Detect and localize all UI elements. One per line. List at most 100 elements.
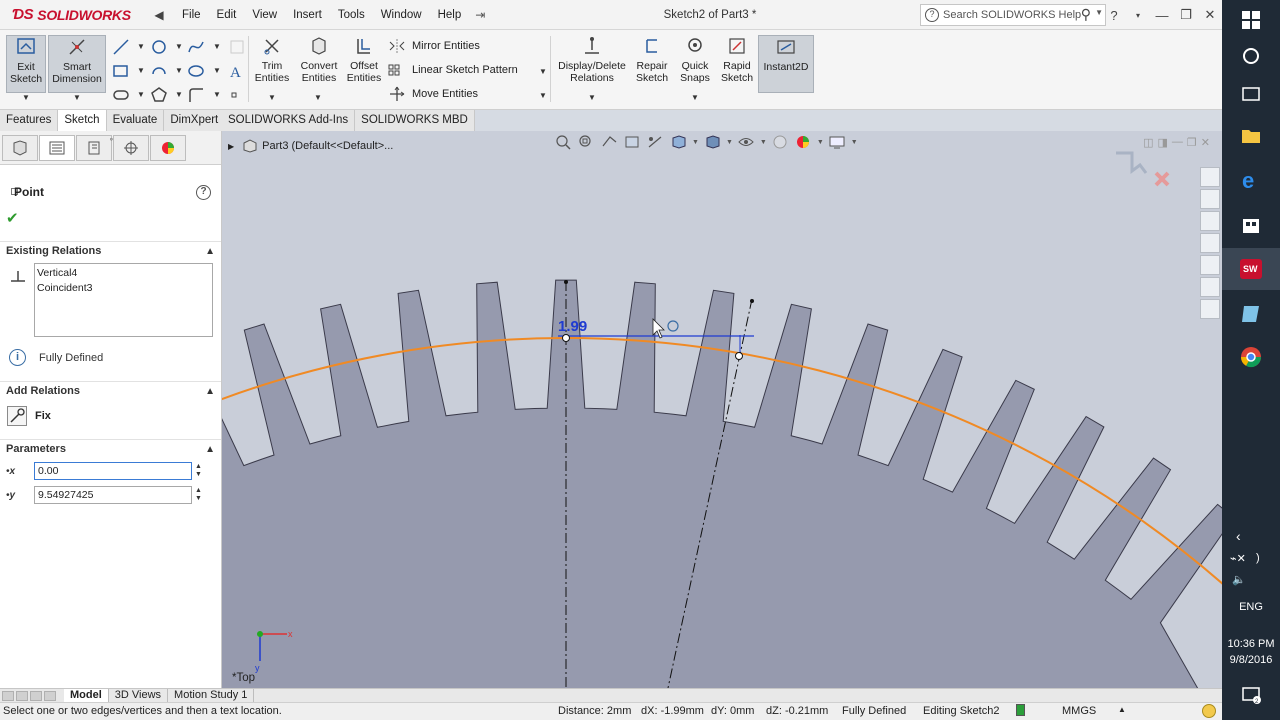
param-x-input[interactable] (34, 462, 192, 480)
restore-icon[interactable]: ❐ (1174, 7, 1198, 23)
display-style-dropdown-icon[interactable]: ▼ (726, 139, 733, 146)
existing-relations-header[interactable]: Existing Relations ▲ (0, 241, 221, 261)
add-relations-header[interactable]: Add Relations ▲ (0, 381, 221, 401)
repair-sketch-button[interactable]: Repair Sketch (632, 35, 672, 93)
collapse-chevron-icon[interactable]: ▲ (205, 382, 215, 401)
gear-profile[interactable] (222, 279, 1222, 688)
forum-tab[interactable] (1200, 299, 1220, 319)
dynamic-annotation-icon[interactable] (646, 134, 665, 150)
zoom-to-area-icon[interactable] (577, 134, 596, 150)
help-icon[interactable]: ? (196, 185, 211, 200)
hide-show-dropdown-icon[interactable]: ▼ (760, 139, 767, 146)
volume-icon[interactable]: 🔈 (1232, 573, 1246, 586)
exit-sketch-button[interactable]: Exit Sketch (6, 35, 46, 93)
prev-tab-icon[interactable] (16, 690, 28, 701)
sketch-point[interactable] (735, 352, 743, 360)
menu-expand-arrow-icon[interactable]: ◀ (148, 8, 170, 22)
menu-window[interactable]: Window (373, 9, 430, 21)
network-icon[interactable]: ⌁✕ (1230, 552, 1246, 565)
sketch-point[interactable] (750, 299, 754, 303)
sketch-point[interactable] (562, 334, 570, 342)
menu-file[interactable]: File (174, 9, 209, 21)
expand-arrow-icon[interactable]: ▶ (228, 142, 234, 151)
polygon-dropdown-icon[interactable]: ▼ (175, 90, 183, 99)
property-manager-tab[interactable] (39, 134, 75, 161)
show-hidden-icons-chevron-icon[interactable]: ‹ (1236, 528, 1241, 544)
hide-show-items-icon[interactable] (737, 134, 756, 150)
action-center-icon[interactable]: 2 (1239, 683, 1263, 707)
sketch-canvas[interactable]: 1.99 x y (222, 131, 1222, 688)
previous-view-icon[interactable] (600, 134, 619, 150)
ellipse-dropdown-icon[interactable]: ▼ (213, 66, 221, 75)
circle-dropdown-icon[interactable]: ▼ (175, 42, 183, 51)
tab-sketch[interactable]: Sketch (58, 110, 107, 131)
mirror-entities-button[interactable]: Mirror Entities (388, 38, 480, 54)
graphics-viewport[interactable]: 1.99 x y ▶ Part3 (Default<<Default>... ▼… (222, 131, 1222, 688)
rectangle-dropdown-icon[interactable]: ▼ (137, 66, 145, 75)
menu-insert[interactable]: Insert (285, 9, 330, 21)
wifi-icon[interactable]: ) (1256, 552, 1260, 564)
view-palette-tab[interactable] (1200, 233, 1220, 253)
ok-checkmark-icon[interactable]: ✔ (6, 209, 19, 227)
view-settings-dropdown-icon[interactable]: ▼ (851, 139, 858, 146)
first-tab-icon[interactable] (2, 690, 14, 701)
viewport-close-icon[interactable]: ✕ (1201, 136, 1210, 149)
fix-relation-label[interactable]: Fix (35, 410, 51, 422)
list-item[interactable]: Vertical4 (37, 266, 210, 281)
tab-solidworks-addins[interactable]: SOLIDWORKS Add-Ins (222, 110, 356, 131)
design-library-tab[interactable] (1200, 189, 1220, 209)
apply-scene-icon[interactable] (794, 134, 813, 150)
quick-snaps-button[interactable]: Quick Snaps (676, 35, 714, 93)
feature-manager-tab[interactable] (2, 134, 38, 161)
status-units[interactable]: MMGS (1062, 705, 1096, 717)
menu-edit[interactable]: Edit (209, 9, 245, 21)
close-icon[interactable]: ✕ (1198, 7, 1222, 23)
tab-motion-study[interactable]: Motion Study 1 (168, 689, 255, 702)
line-icon[interactable] (112, 38, 130, 56)
relations-dropdown-icon[interactable]: ▼ (588, 93, 596, 102)
snaps-dropdown-icon[interactable]: ▼ (691, 93, 699, 102)
viewport-minimize-icon[interactable]: — (1172, 136, 1183, 148)
display-style-icon[interactable] (703, 134, 722, 150)
arc-dropdown-icon[interactable]: ▼ (175, 66, 183, 75)
windows-start-icon[interactable] (1239, 8, 1263, 32)
point-icon[interactable] (228, 89, 240, 101)
text-icon[interactable]: A (227, 62, 245, 80)
view-orientation-dropdown-icon[interactable]: ▼ (692, 139, 699, 146)
collapse-chevron-icon[interactable]: ▲ (205, 242, 215, 261)
convert-entities-button[interactable]: Convert Entities (296, 35, 342, 93)
exit-sketch-dropdown-icon[interactable]: ▼ (22, 93, 30, 102)
offset-entities-button[interactable]: Offset Entities (344, 35, 384, 93)
help-search-box[interactable]: ? Search SOLIDWORKS Help ⚲ ▼ (920, 4, 1106, 26)
menu-view[interactable]: View (244, 9, 285, 21)
last-tab-icon[interactable] (44, 690, 56, 701)
display-manager-tab[interactable] (150, 134, 186, 161)
arc-icon[interactable] (150, 62, 168, 80)
solidworks-taskbar-icon[interactable]: SW (1239, 257, 1263, 281)
edit-appearance-icon[interactable] (771, 134, 790, 150)
store-icon[interactable] (1239, 212, 1263, 236)
line-dropdown-icon[interactable]: ▼ (137, 42, 145, 51)
rapid-sketch-button[interactable]: Rapid Sketch (718, 35, 756, 93)
tab-dimxpert[interactable]: DimXpert (164, 110, 226, 131)
pin-menu-icon[interactable]: ⇥ (475, 8, 485, 22)
trim-dropdown-icon[interactable]: ▼ (268, 93, 276, 102)
smart-dimension-button[interactable]: Smart Dimension (48, 35, 106, 93)
trim-entities-button[interactable]: Trim Entities (252, 35, 292, 93)
feature-tree-flyout[interactable]: ▶ Part3 (Default<<Default>... (228, 139, 393, 153)
tab-evaluate[interactable]: Evaluate (106, 110, 165, 131)
menu-tools[interactable]: Tools (330, 9, 373, 21)
circle-icon[interactable] (150, 38, 168, 56)
param-y-input[interactable] (34, 486, 192, 504)
param-x-spinner-icon[interactable]: ▲ ▼ (195, 463, 205, 479)
fillet-icon[interactable] (187, 86, 205, 104)
move-entities-button[interactable]: Move Entities (388, 86, 478, 102)
configuration-manager-tab[interactable] (76, 134, 112, 161)
parameters-header[interactable]: Parameters ▲ (0, 439, 221, 459)
view-settings-icon[interactable] (828, 134, 847, 150)
units-dropdown-icon[interactable]: ▲ (1118, 705, 1126, 714)
fillet-dropdown-icon[interactable]: ▼ (213, 90, 221, 99)
tab-solidworks-mbd[interactable]: SOLIDWORKS MBD (355, 110, 475, 131)
help-icon[interactable]: ? (1102, 8, 1126, 23)
collapse-chevron-icon[interactable]: ▲ (205, 440, 215, 459)
